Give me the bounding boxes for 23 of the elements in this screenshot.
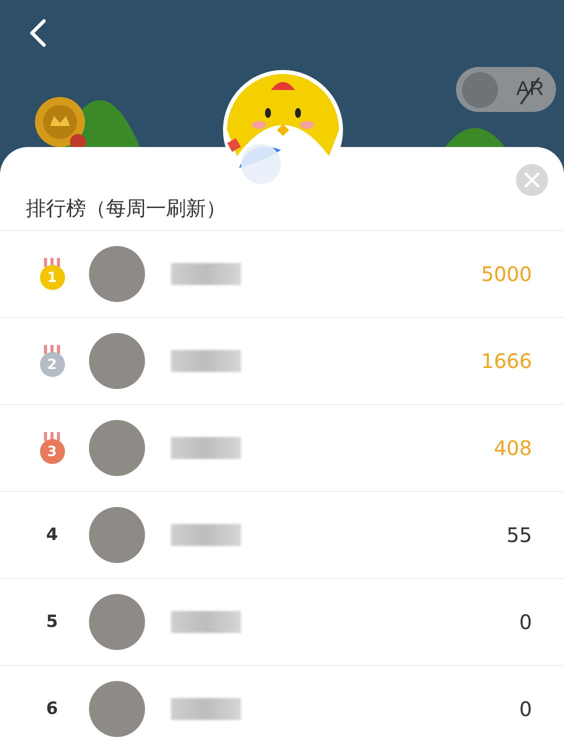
coin-icon	[34, 96, 86, 147]
redacted-name	[171, 263, 241, 285]
redacted-name	[171, 350, 241, 372]
medal-rank: 2	[40, 352, 64, 377]
score: 5000	[481, 262, 532, 286]
back-icon	[29, 19, 47, 47]
hill-drawing	[445, 128, 505, 147]
score: 55	[506, 523, 532, 547]
score: 0	[519, 697, 532, 721]
redacted-name	[171, 698, 241, 720]
redacted-name	[171, 437, 241, 459]
redacted-name	[171, 611, 241, 633]
rank-number: 5	[46, 612, 58, 632]
redacted-name	[171, 524, 241, 546]
score: 408	[494, 436, 532, 460]
rank-number: 6	[46, 699, 58, 719]
score: 1666	[481, 349, 532, 373]
rank-number: 4	[46, 525, 58, 545]
medal-rank: 1	[40, 265, 64, 290]
close-icon	[524, 172, 540, 188]
score: 0	[519, 610, 532, 634]
leaderboard-title: 排行榜（每周一刷新）	[26, 195, 226, 222]
medal-rank: 3	[40, 439, 64, 464]
